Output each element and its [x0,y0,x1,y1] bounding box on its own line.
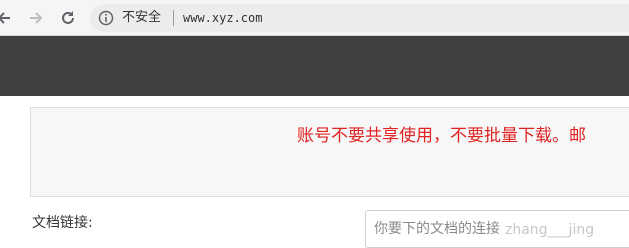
info-icon[interactable] [98,10,114,26]
doc-link-input[interactable] [365,210,629,248]
address-separator [173,10,174,26]
address-bar[interactable]: 不安全 www.xyz.com [90,4,629,32]
notice-text: 账号不要共享使用，不要批量下载。邮 [297,126,586,146]
security-status-label[interactable]: 不安全 [122,9,161,27]
url-text[interactable]: www.xyz.com [183,9,262,27]
forward-arrow-icon[interactable] [26,8,46,28]
reload-icon[interactable] [58,8,78,28]
notice-box: 账号不要共享使用，不要批量下载。邮 [30,107,629,197]
browser-toolbar: 不安全 www.xyz.com [0,0,629,36]
back-arrow-icon[interactable] [0,8,14,28]
site-header-bar [0,36,629,96]
doc-link-label: 文档链接: [32,215,93,231]
